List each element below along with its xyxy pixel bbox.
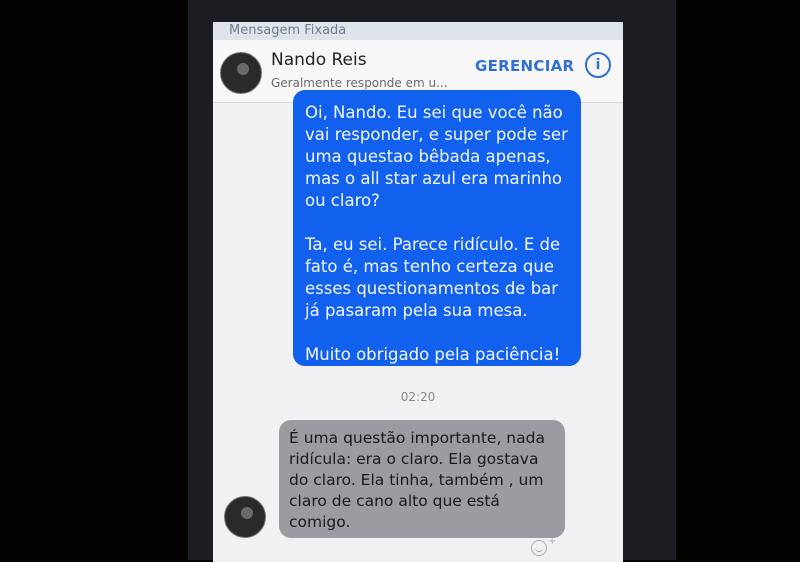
info-icon[interactable]: i xyxy=(585,52,611,78)
contact-status: Geralmente responde em u... xyxy=(271,76,448,90)
outgoing-message-paragraph: Oi, Nando. Eu sei que você não vai respo… xyxy=(305,103,568,210)
contact-name[interactable]: Nando Reis xyxy=(271,50,367,70)
incoming-message-bubble[interactable]: É uma questão importante, nada ridícula:… xyxy=(279,420,565,538)
pinned-message-label: Mensagem Fixada xyxy=(229,23,347,38)
add-reaction-plus-icon[interactable]: + xyxy=(548,536,556,547)
outgoing-message-paragraph: Muito obrigado pela paciência! xyxy=(305,345,561,364)
pinned-message-bar[interactable]: Mensagem Fixada xyxy=(213,22,623,40)
message-timestamp: 02:20 xyxy=(400,390,436,404)
manage-button[interactable]: GERENCIAR xyxy=(475,57,574,75)
chat-screen: Mensagem Fixada Nando Reis Geralmente re… xyxy=(213,22,623,562)
outgoing-message-bubble[interactable]: Oi, Nando. Eu sei que você não vai respo… xyxy=(293,90,581,366)
smiley-reaction-icon[interactable] xyxy=(531,540,547,556)
outgoing-message-paragraph: Ta, eu sei. Parece ridículo. E de fato é… xyxy=(305,235,561,320)
contact-avatar[interactable] xyxy=(220,52,262,94)
sender-avatar[interactable] xyxy=(224,496,266,538)
